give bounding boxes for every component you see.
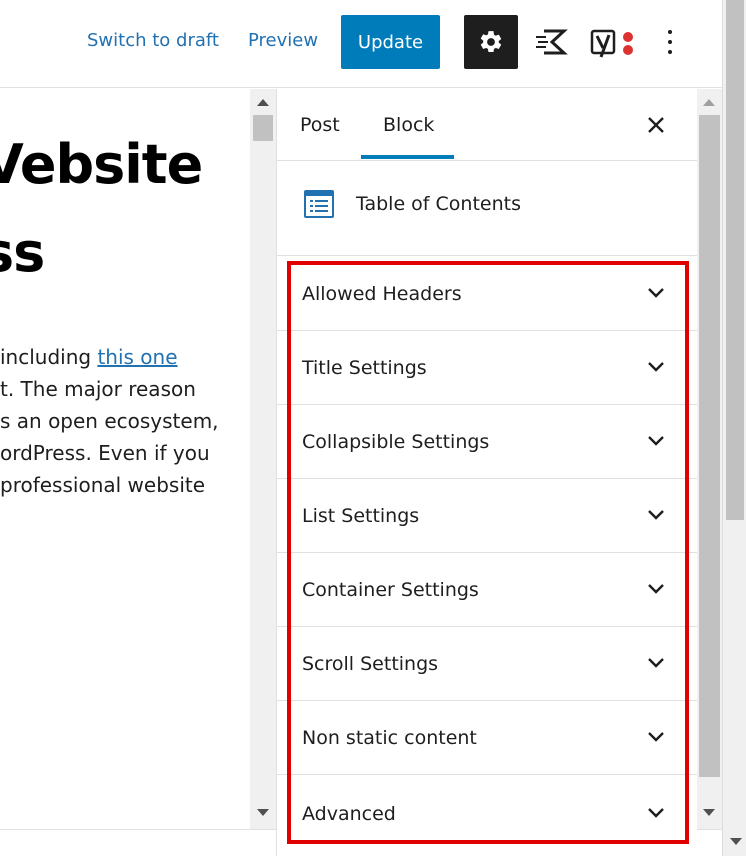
panel-allowed-headers[interactable]: Allowed Headers	[277, 257, 697, 331]
panel-title-settings[interactable]: Title Settings	[277, 331, 697, 405]
scroll-down-arrow-icon[interactable]	[730, 838, 742, 845]
panel-scroll-settings[interactable]: Scroll Settings	[277, 627, 697, 701]
chevron-down-icon	[648, 510, 664, 520]
chevron-down-icon	[648, 808, 664, 818]
active-tab-indicator	[361, 155, 454, 159]
close-sidebar-button[interactable]	[642, 111, 670, 139]
sidebar-tabs: Post Block	[277, 89, 697, 161]
kadence-icon[interactable]	[534, 27, 568, 57]
panel-label: Container Settings	[302, 579, 479, 601]
chevron-down-icon	[648, 362, 664, 372]
settings-button[interactable]	[464, 15, 518, 69]
post-content: Vebsite ss including this one t. The maj…	[0, 89, 250, 829]
chevron-down-icon	[648, 732, 664, 742]
panel-non-static-content[interactable]: Non static content	[277, 701, 697, 775]
panel-label: Title Settings	[302, 357, 427, 379]
preview-button[interactable]: Preview	[248, 30, 318, 51]
scrollbar-thumb[interactable]	[253, 115, 273, 141]
settings-panels: Allowed Headers Title Settings Collapsib…	[277, 257, 697, 853]
panel-label: Non static content	[302, 727, 477, 749]
sidebar-scrollbar[interactable]	[697, 89, 722, 829]
close-icon	[648, 117, 664, 133]
switch-to-draft-button[interactable]: Switch to draft	[87, 30, 219, 51]
more-vertical-icon[interactable]	[660, 26, 680, 58]
scroll-up-arrow-icon[interactable]	[257, 99, 269, 106]
tab-block[interactable]: Block	[383, 114, 434, 136]
yoast-icon[interactable]	[590, 27, 638, 59]
panel-label: Scroll Settings	[302, 653, 439, 675]
scrollbar-thumb[interactable]	[699, 115, 720, 777]
content-scrollbar[interactable]	[250, 89, 276, 829]
panel-label: Allowed Headers	[302, 283, 462, 305]
paragraph-text: professional website	[0, 473, 206, 497]
chevron-down-icon	[648, 288, 664, 298]
panel-label: Advanced	[302, 803, 396, 825]
scroll-up-arrow-icon[interactable]	[703, 99, 715, 106]
gear-icon	[480, 31, 502, 53]
post-title-line: Vebsite	[0, 133, 203, 196]
chevron-down-icon	[648, 658, 664, 668]
paragraph-text: including	[0, 345, 98, 369]
panel-label: List Settings	[302, 505, 420, 527]
tab-post[interactable]: Post	[300, 114, 340, 136]
paragraph-text: s an open ecosystem,	[0, 409, 219, 433]
scrollbar-thumb[interactable]	[726, 0, 744, 520]
panel-label: Collapsible Settings	[302, 431, 490, 453]
editor-header: Switch to draft Preview Update	[0, 0, 722, 88]
panel-collapsible-settings[interactable]: Collapsible Settings	[277, 405, 697, 479]
block-title: Table of Contents	[356, 193, 521, 215]
panel-container-settings[interactable]: Container Settings	[277, 553, 697, 627]
this-one-link[interactable]: this one	[97, 345, 177, 369]
post-title-line: ss	[0, 221, 45, 284]
scroll-down-arrow-icon[interactable]	[703, 809, 715, 816]
settings-sidebar: Post Block Table of Contents Allowed Hea…	[276, 89, 697, 856]
post-paragraph: including this one t. The major reason s…	[0, 341, 219, 501]
chevron-down-icon	[648, 584, 664, 594]
panel-advanced[interactable]: Advanced	[277, 775, 697, 853]
paragraph-text: ordPress. Even if you	[0, 441, 210, 465]
paragraph-text: t. The major reason	[0, 377, 196, 401]
update-button[interactable]: Update	[341, 15, 440, 69]
panel-list-settings[interactable]: List Settings	[277, 479, 697, 553]
table-of-contents-icon	[304, 190, 334, 218]
block-card: Table of Contents	[277, 162, 697, 256]
chevron-down-icon	[648, 436, 664, 446]
scroll-down-arrow-icon[interactable]	[257, 809, 269, 816]
